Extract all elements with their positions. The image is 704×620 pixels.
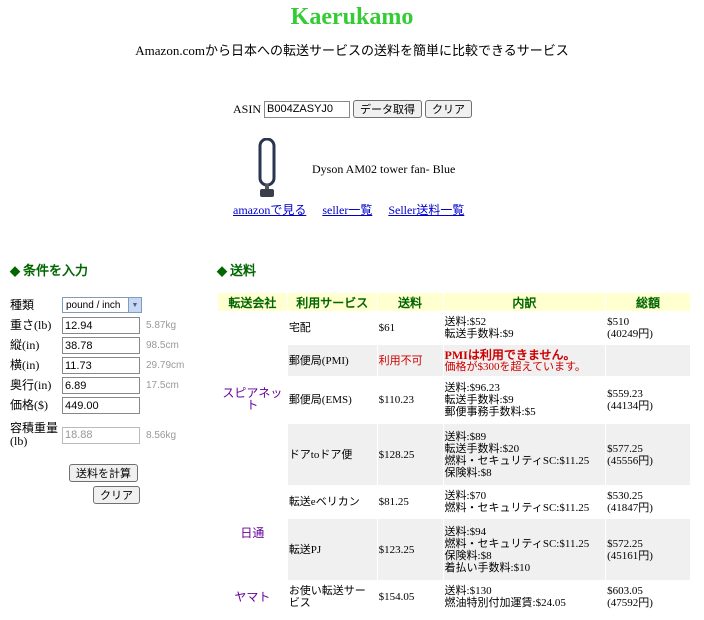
- detail-cell: 送料:$94 燃料・セキュリティSC:$11.25 保険料:$8 着払い手数料:$10: [442, 518, 607, 581]
- carrier-cell: ヤマト: [217, 580, 288, 613]
- shipping-heading: ◆ 送料: [217, 263, 257, 278]
- amazon-link[interactable]: amazonで見る: [233, 201, 306, 218]
- table-row: 郵便局(PMI) 利用不可 PMIは利用できません。 価格が$300を超えています…: [218, 344, 691, 377]
- seller-list-link[interactable]: seller一覧: [322, 201, 372, 218]
- table-row: ドアtoドア便 $128.25 送料:$89 転送手数料:$20 燃料・セキュリティ…: [218, 423, 691, 486]
- detail-cell: 送料:$130 燃油特別付加運賃:$24.05: [442, 580, 607, 613]
- price-cell: $123.25: [376, 518, 444, 581]
- table-row: 日通 転送eベリカン $81.25 送料:$70 燃料・セキュリティSC:$11.…: [217, 485, 691, 581]
- table-row: スピアネット 宅配 $61 送料:$52 転送手数料:$9 $510 (40249円…: [217, 311, 691, 486]
- site-title: Kaerukamo: [290, 4, 414, 30]
- product-links: amazonで見る seller一覧 Seller送料一覧: [233, 201, 464, 218]
- product-name: Dyson AM02 tower fan- Blue: [312, 162, 456, 176]
- length-label: 縦(in): [10, 338, 40, 352]
- detail-cell: 送料:$96.23 転送手数料:$9 郵便事務手数料:$5: [442, 376, 607, 424]
- table-row: 転送PJ $123.25 送料:$94 燃料・セキュリティSC:$11.25 保険料…: [218, 518, 691, 581]
- unit-type-select[interactable]: pound / inch ▼: [62, 297, 142, 313]
- conditions-clear-button[interactable]: クリア: [93, 486, 140, 504]
- asin-input[interactable]: [264, 100, 351, 118]
- column-header: 内訳: [442, 292, 607, 312]
- weight-label: 重さ(lb): [10, 318, 52, 332]
- calculate-shipping-button[interactable]: 送料を計算: [69, 464, 138, 482]
- service-cell: 転送PJ: [286, 518, 378, 581]
- column-header: 利用サービス: [286, 292, 378, 312]
- length-metric: 98.5cm: [146, 340, 179, 351]
- price-cell: $154.05: [376, 580, 444, 613]
- detail-cell: 送料:$89 転送手数料:$20 燃料・セキュリティSC:$11.25 保険料:$8: [442, 423, 607, 486]
- service-cell: 転送eベリカン: [286, 485, 378, 519]
- total-cell: $572.25 (45161円): [605, 518, 691, 581]
- price-cell: $128.25: [376, 423, 444, 486]
- service-cell: ドアtoドア便: [286, 423, 378, 486]
- detail-cell: 送料:$70 燃料・セキュリティSC:$11.25: [442, 485, 607, 519]
- total-cell: $510 (40249円): [605, 311, 691, 345]
- table-row: 郵便局(EMS) $110.23 送料:$96.23 転送手数料:$9 郵便事務手数…: [218, 376, 691, 424]
- conditions-heading: ◆ 条件を入力: [10, 263, 89, 278]
- length-input[interactable]: [62, 337, 140, 354]
- total-cell: $530.25 (41847円): [605, 485, 691, 519]
- total-cell: $559.23 (44134円): [605, 376, 691, 424]
- table-row: ヤマト お使い転送サービス $154.05 送料:$130 燃油特別付加運賃:$2…: [217, 580, 691, 613]
- weight-metric: 5.87kg: [146, 320, 177, 331]
- total-cell: $603.05 (47592円): [605, 580, 691, 613]
- asin-label: ASIN: [233, 101, 262, 116]
- shipping-table: 転送会社 利用サービス 送料 内訳 総額 スピアネット 宅配 $61 送料:$5…: [217, 292, 691, 613]
- fetch-data-button[interactable]: データ取得: [353, 100, 423, 118]
- depth-metric: 17.5cm: [146, 380, 179, 391]
- table-header-row: 転送会社 利用サービス 送料 内訳 総額: [217, 292, 691, 312]
- carrier-cell: スピアネット: [217, 311, 288, 486]
- volume-weight-input: [62, 426, 140, 444]
- width-metric: 29.79cm: [146, 360, 185, 371]
- depth-label: 奥行(in): [10, 378, 52, 392]
- site-subtitle: Amazon.comから日本への転送サービスの送料を簡単に比較できるサービス: [135, 43, 569, 58]
- chevron-down-icon: ▼: [128, 298, 141, 312]
- seller-shipping-list-link[interactable]: Seller送料一覧: [388, 201, 464, 218]
- column-header: 送料: [376, 292, 444, 312]
- product-image: [258, 138, 276, 197]
- weight-input[interactable]: [62, 317, 140, 334]
- diamond-icon: ◆: [217, 263, 227, 278]
- depth-input[interactable]: [62, 377, 140, 394]
- service-cell: お使い転送サービス: [286, 580, 378, 613]
- carrier-cell: 日通: [217, 485, 288, 581]
- total-cell: $577.25 (45556円): [605, 423, 691, 486]
- service-cell: 宅配: [286, 311, 378, 345]
- column-header: 総額: [605, 292, 691, 312]
- diamond-icon: ◆: [10, 263, 20, 278]
- service-cell: 郵便局(EMS): [286, 376, 378, 424]
- asin-form: ASIN データ取得 クリア: [233, 100, 473, 118]
- width-label: 横(in): [10, 358, 40, 372]
- price-label: 価格($): [10, 398, 48, 412]
- price-cell: $110.23: [376, 376, 444, 424]
- width-input[interactable]: [62, 357, 140, 374]
- price-input[interactable]: [62, 397, 140, 414]
- detail-cell: PMIは利用できません。 価格が$300を超えています。: [442, 344, 607, 377]
- asin-clear-button[interactable]: クリア: [425, 100, 473, 118]
- volume-weight-metric: 8.56kg: [146, 429, 177, 441]
- price-cell: $61: [376, 311, 444, 345]
- service-cell: 郵便局(PMI): [286, 344, 378, 377]
- column-header: 転送会社: [217, 292, 288, 312]
- type-label: 種類: [10, 297, 35, 312]
- price-cell: 利用不可: [376, 344, 444, 377]
- volume-weight-label: 容積重量(lb): [10, 421, 59, 448]
- total-cell: [605, 344, 691, 377]
- detail-cell: 送料:$52 転送手数料:$9: [442, 311, 607, 345]
- price-cell: $81.25: [376, 485, 444, 519]
